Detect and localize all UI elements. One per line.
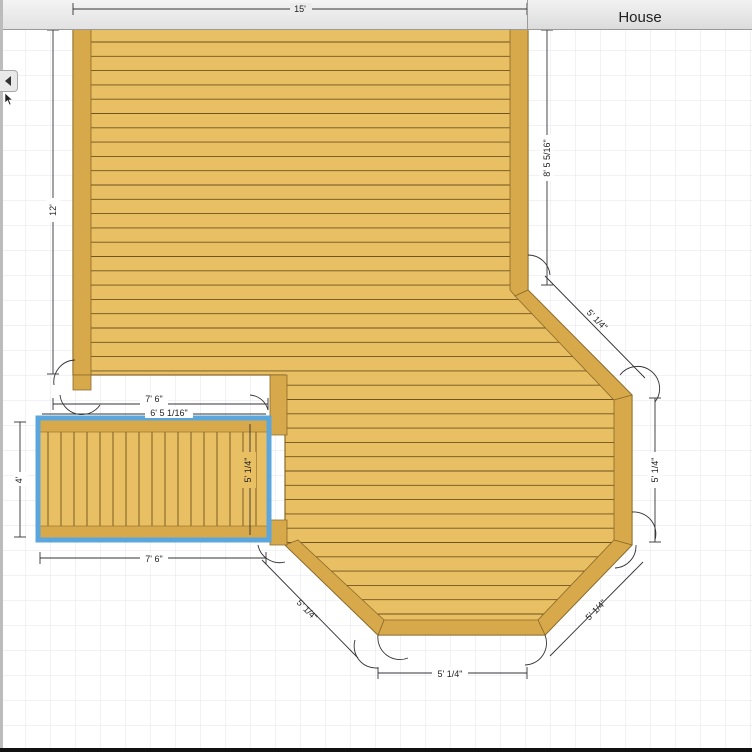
inner-post-lower <box>269 519 288 546</box>
dim-bottom: 5' 1/4" <box>438 669 463 679</box>
house-label: House <box>618 9 662 26</box>
dim-step-bottom: 7' 6" <box>145 554 162 564</box>
dim-step-left: 4' <box>14 476 24 483</box>
dim-right-upper: 8' 5 5/16" <box>542 139 552 176</box>
deck-design-canvas[interactable]: 15' 12' 8' 5 5/16" 5' 1/4" 5' 1/4" 5' 1/… <box>0 0 752 752</box>
dim-left-height: 12' <box>48 204 58 216</box>
side-panel-toggle[interactable] <box>0 70 18 92</box>
dim-step-top-outer: 7' 6" <box>145 394 162 404</box>
step-platform[interactable] <box>35 415 272 543</box>
dim-top-width-overlay: 15' <box>294 4 306 14</box>
dim-right-vertical: 5' 1/4" <box>650 458 660 483</box>
inner-post <box>269 374 288 436</box>
top-dimension-overlay: 15' <box>72 3 527 15</box>
bottom-window-edge <box>0 748 752 752</box>
chevron-left-icon <box>5 76 11 86</box>
left-window-edge <box>0 0 3 752</box>
house-wall[interactable]: House <box>527 0 752 30</box>
dim-step-top-inner: 6' 5 1/16" <box>150 408 187 418</box>
dim-step-right: 5' 1/4" <box>243 458 253 483</box>
